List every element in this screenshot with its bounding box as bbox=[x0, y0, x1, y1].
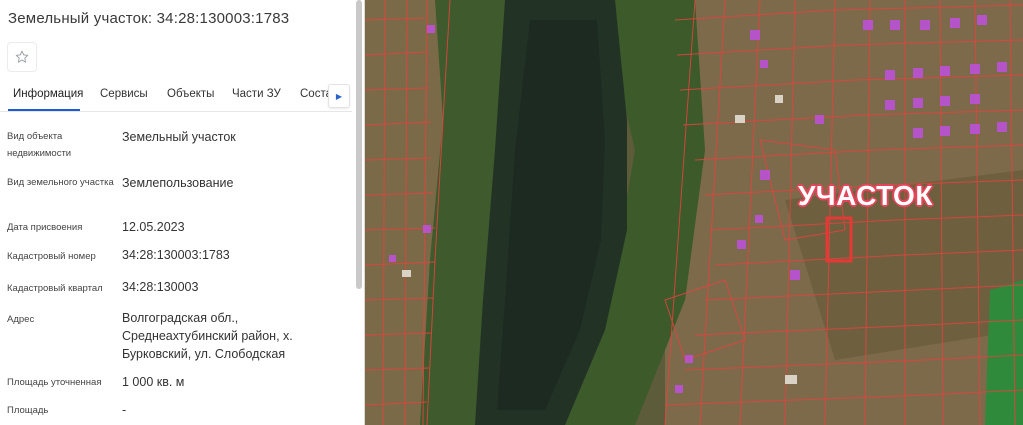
field-value[interactable]: 34:28:130003:1783 bbox=[122, 246, 342, 264]
tabs-scroll-right-button[interactable]: ▶ bbox=[328, 84, 350, 108]
map-canvas[interactable] bbox=[365, 0, 1023, 425]
field-label: Площадь уточненная bbox=[7, 377, 102, 388]
field-value: Волгоградская обл., Среднеахтубинский ра… bbox=[122, 311, 293, 361]
field-value: - bbox=[122, 403, 127, 417]
field-value: 12.05.2023 bbox=[122, 220, 185, 234]
field-label: Кадастровый квартал bbox=[7, 283, 103, 294]
field-label: Площадь bbox=[7, 405, 49, 416]
field-label: Дата присвоения bbox=[7, 222, 83, 233]
field-value: 1 000 кв. м bbox=[122, 375, 185, 389]
satellite-map[interactable]: УЧАСТОК bbox=[365, 0, 1023, 425]
tab-divider bbox=[0, 111, 352, 112]
field-label: Адрес bbox=[7, 314, 35, 325]
tab-information[interactable]: Информация bbox=[13, 88, 83, 100]
field-label: Вид земельного участка bbox=[7, 177, 114, 188]
tab-parts[interactable]: Части ЗУ bbox=[232, 88, 281, 100]
star-outline-icon bbox=[15, 50, 29, 63]
favorite-button[interactable] bbox=[7, 42, 37, 72]
field-value[interactable]: 34:28:130003 bbox=[122, 278, 342, 296]
tab-services[interactable]: Сервисы bbox=[100, 88, 148, 100]
field-label: Вид объекта недвижимости bbox=[7, 131, 72, 159]
info-panel: Земельный участок: 34:28:130003:1783 Инф… bbox=[0, 0, 365, 425]
page-title: Земельный участок: 34:28:130003:1783 bbox=[8, 10, 290, 27]
parcel-label: УЧАСТОК bbox=[798, 180, 933, 211]
panel-scrollbar[interactable] bbox=[356, 0, 362, 289]
chevron-right-icon: ▶ bbox=[335, 91, 343, 101]
tab-bar: Информация Сервисы Объекты Части ЗУ Сост… bbox=[0, 80, 352, 112]
field-value: Землепользование bbox=[122, 176, 234, 190]
field-value: Земельный участок bbox=[122, 130, 236, 144]
tab-objects[interactable]: Объекты bbox=[167, 88, 214, 100]
field-label: Кадастровый номер bbox=[7, 251, 96, 262]
